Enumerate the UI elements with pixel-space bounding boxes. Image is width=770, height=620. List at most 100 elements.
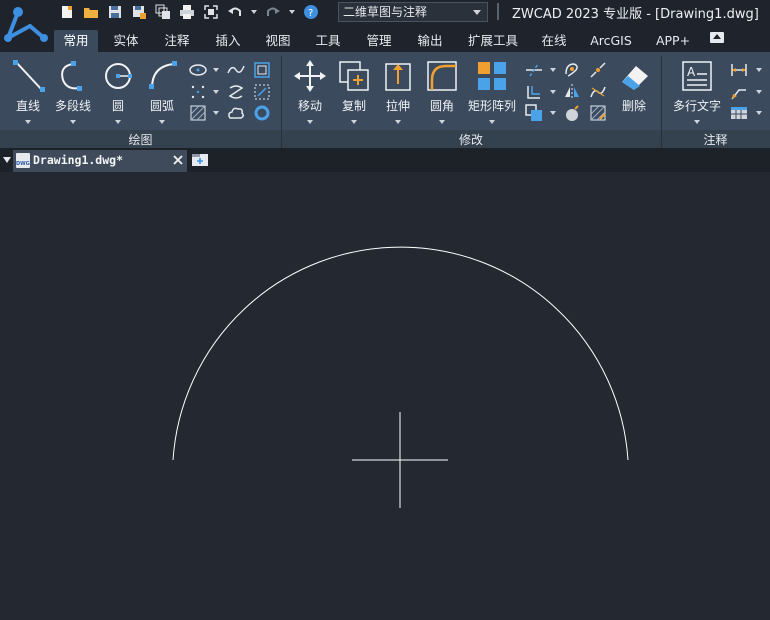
polyline-label: 多段线 — [54, 99, 91, 113]
move-button[interactable]: 移动 — [288, 56, 332, 124]
array-icon — [474, 58, 510, 94]
tab-output[interactable]: 输出 — [408, 30, 452, 52]
erase-label: 删除 — [621, 99, 646, 113]
save-as-icon[interactable] — [130, 3, 148, 21]
arc-button[interactable]: 圆弧 — [140, 56, 184, 124]
chevron-down-icon[interactable] — [213, 90, 219, 94]
offset-icon[interactable] — [524, 82, 544, 102]
document-tab-label: Drawing1.dwg* — [33, 153, 124, 167]
tab-view[interactable]: 视图 — [256, 30, 300, 52]
tab-arcgis[interactable]: ArcGIS — [586, 30, 636, 52]
new-document-tab-icon[interactable] — [191, 152, 209, 167]
table-icon[interactable] — [729, 103, 749, 123]
new-icon[interactable] — [58, 3, 76, 21]
cloud-icon[interactable] — [226, 103, 246, 123]
save-icon[interactable] — [106, 3, 124, 21]
tab-home[interactable]: 常用 — [54, 30, 98, 52]
chevron-down-icon[interactable] — [694, 120, 700, 124]
polyline-button[interactable]: 多段线 — [52, 56, 94, 124]
document-menu-icon[interactable] — [3, 157, 11, 163]
tab-tools[interactable]: 工具 — [306, 30, 350, 52]
circle-button[interactable]: 圆 — [96, 56, 140, 124]
workspace-select[interactable]: 二维草图与注释 — [338, 2, 488, 22]
drawing-canvas[interactable] — [0, 172, 770, 620]
trim-icon[interactable] — [524, 60, 544, 80]
mirror-icon[interactable] — [562, 82, 582, 102]
chevron-down-icon[interactable] — [159, 120, 165, 124]
fullscreen-icon[interactable] — [202, 3, 220, 21]
chevron-down-icon[interactable] — [213, 68, 219, 72]
edit-hatch-icon[interactable] — [588, 103, 608, 123]
chevron-down-icon[interactable] — [439, 120, 445, 124]
break-icon[interactable] — [588, 60, 608, 80]
line-button[interactable]: 直线 — [6, 56, 50, 124]
circle-label: 圆 — [111, 99, 124, 113]
chevron-down-icon[interactable] — [70, 120, 76, 124]
copy-button[interactable]: 复制 — [332, 56, 376, 124]
open-folder-icon[interactable] — [82, 3, 100, 21]
zwcad-logo-icon[interactable] — [0, 0, 52, 52]
redo-icon[interactable] — [264, 3, 282, 21]
chevron-down-icon[interactable] — [550, 68, 556, 72]
rectangle-icon[interactable] — [252, 60, 272, 80]
chevron-down-icon[interactable] — [489, 120, 495, 124]
close-icon[interactable] — [171, 153, 185, 167]
explode-icon[interactable] — [562, 60, 582, 80]
chevron-down-icon[interactable] — [115, 120, 121, 124]
chevron-down-icon[interactable] — [756, 90, 762, 94]
chevron-down-icon[interactable] — [756, 68, 762, 72]
revcloud-icon[interactable] — [226, 82, 246, 102]
erase-button[interactable]: 删除 — [612, 56, 656, 122]
chevron-down-icon[interactable] — [25, 120, 31, 124]
point-icon[interactable] — [188, 82, 208, 102]
rectangular-array-button[interactable]: 矩形阵列 — [466, 56, 518, 124]
chevron-down-icon[interactable] — [351, 120, 357, 124]
chevron-down-icon[interactable] — [756, 111, 762, 115]
arc-label: 圆弧 — [149, 99, 174, 113]
copy-icon — [336, 58, 372, 94]
redo-dropdown-icon[interactable] — [288, 3, 296, 21]
polyline-icon — [55, 58, 91, 94]
hatch-icon[interactable] — [188, 103, 208, 123]
panel-title-annotation[interactable]: 注释 — [661, 131, 770, 148]
help-icon[interactable]: ? — [302, 3, 320, 21]
tab-solid[interactable]: 实体 — [104, 30, 148, 52]
chevron-down-icon[interactable] — [213, 111, 219, 115]
undo-dropdown-icon[interactable] — [250, 3, 258, 21]
chevron-down-icon[interactable] — [550, 90, 556, 94]
drawing-svg — [172, 246, 629, 508]
stretch-icon — [380, 58, 416, 94]
leader-icon[interactable] — [729, 82, 749, 102]
stretch-button[interactable]: 拉伸 — [376, 56, 420, 124]
join-icon[interactable] — [588, 82, 608, 102]
tab-annotate[interactable]: 注释 — [155, 30, 199, 52]
boundary-icon[interactable] — [252, 82, 272, 102]
undo-icon[interactable] — [226, 3, 244, 21]
donut-icon[interactable] — [252, 103, 272, 123]
line-icon — [10, 58, 46, 94]
collapse-ribbon-icon[interactable] — [710, 32, 724, 43]
tab-online[interactable]: 在线 — [532, 30, 576, 52]
tab-insert[interactable]: 插入 — [206, 30, 250, 52]
tab-manage[interactable]: 管理 — [356, 30, 402, 52]
fillet-icon — [424, 58, 460, 94]
print-icon[interactable] — [178, 3, 196, 21]
scale-icon[interactable] — [524, 103, 544, 123]
tab-extensions[interactable]: 扩展工具 — [460, 30, 526, 52]
fillet-button[interactable]: 圆角 — [420, 56, 464, 124]
line-label: 直线 — [15, 99, 40, 113]
document-tab[interactable]: Drawing1.dwg* — [13, 150, 187, 172]
chevron-down-icon[interactable] — [395, 120, 401, 124]
chamfer-icon[interactable] — [562, 103, 582, 123]
mtext-button[interactable]: A 多行文字 — [670, 56, 724, 124]
ribbon-tabs: 常用 实体 注释 插入 视图 工具 管理 输出 扩展工具 在线 ArcGIS A… — [52, 26, 770, 52]
chevron-down-icon[interactable] — [307, 120, 313, 124]
chevron-down-icon[interactable] — [550, 111, 556, 115]
spline-icon[interactable] — [226, 60, 246, 80]
tab-app-plus[interactable]: APP+ — [650, 30, 696, 52]
ellipse-icon[interactable] — [188, 60, 208, 80]
mtext-icon: A — [679, 58, 715, 94]
title-divider — [497, 3, 499, 20]
layers-icon[interactable] — [154, 3, 172, 21]
dimension-icon[interactable] — [729, 60, 749, 80]
